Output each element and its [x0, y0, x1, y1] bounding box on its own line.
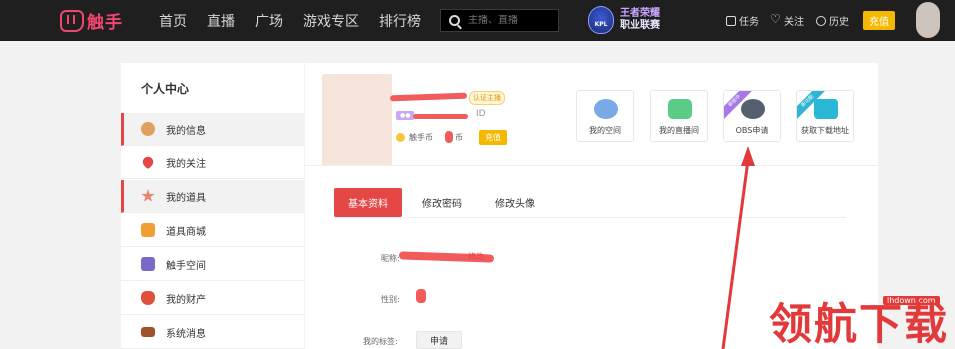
- anchor-badge: 认证主播: [469, 91, 505, 105]
- planet-icon: [594, 99, 618, 119]
- history-link[interactable]: 历史: [816, 13, 849, 28]
- site-logo[interactable]: 触手: [60, 8, 123, 33]
- sidebar-item-my-info[interactable]: 我的信息: [121, 113, 304, 146]
- tab-divider: [334, 217, 846, 218]
- quick-link-obs-apply[interactable]: 审核中 OBS申请: [723, 90, 781, 142]
- search-icon[interactable]: [449, 15, 460, 26]
- edit-nickname-link[interactable]: 修改: [468, 251, 484, 262]
- task-icon: [726, 15, 736, 26]
- search-box[interactable]: [440, 9, 559, 32]
- logo-icon: [60, 9, 84, 32]
- logo-text: 触手: [87, 13, 123, 33]
- watermark-text: 领航下载: [769, 300, 949, 349]
- user-avatar[interactable]: [916, 2, 940, 38]
- gender-redacted: [416, 289, 426, 303]
- nav-live[interactable]: 直播: [207, 11, 235, 31]
- nav-home[interactable]: 首页: [159, 11, 187, 31]
- sidebar-item-assets[interactable]: 我的财产: [121, 282, 304, 315]
- quick-link-download[interactable]: 新功能 获取下载地址: [796, 90, 854, 142]
- user-icon: [141, 122, 155, 136]
- tab-change-password[interactable]: 修改密码: [422, 195, 462, 210]
- search-input[interactable]: [468, 15, 558, 26]
- profile-avatar[interactable]: [322, 74, 392, 166]
- level-badge: ●●: [396, 111, 415, 120]
- profile-tabs: 基本资料 修改密码 修改头像: [334, 188, 568, 217]
- heart-icon: [140, 154, 156, 170]
- nav-square[interactable]: 广场: [255, 11, 283, 31]
- sidebar-item-my-follow[interactable]: 我的关注: [121, 146, 304, 179]
- coin-unit: 币: [455, 133, 463, 142]
- sidebar-item-my-props[interactable]: 我的道具: [121, 180, 304, 213]
- coin-icon: [396, 133, 405, 142]
- mail-icon: [141, 327, 155, 337]
- sidebar-item-prop-mall[interactable]: 道具商城: [121, 214, 304, 247]
- id-label: ID: [476, 109, 486, 119]
- nav-ranking[interactable]: 排行榜: [379, 11, 421, 31]
- username-redacted: [389, 92, 468, 102]
- sidebar-item-space[interactable]: 触手空间: [121, 248, 304, 281]
- nav-game-zone[interactable]: 游戏专区: [303, 11, 359, 31]
- quick-link-my-live-room[interactable]: 我的直播间: [650, 90, 708, 142]
- task-link[interactable]: 任务: [726, 13, 759, 28]
- tab-basic-info[interactable]: 基本资料: [334, 188, 402, 217]
- space-icon: [141, 257, 155, 271]
- kpl-banner[interactable]: KPL 王者荣耀 职业联赛: [588, 6, 660, 34]
- coin-label: 触手币: [409, 133, 433, 142]
- heart-icon: [770, 12, 781, 26]
- divider: [305, 165, 878, 166]
- gender-label: 性别:: [381, 295, 400, 304]
- camera-icon: [668, 99, 692, 119]
- coin-amount-redacted: [445, 131, 453, 143]
- follow-link[interactable]: 关注: [770, 12, 804, 29]
- gift-icon: [141, 223, 155, 237]
- quick-link-my-space[interactable]: 我的空间: [576, 90, 634, 142]
- kpl-logo-icon: KPL: [588, 6, 614, 34]
- obs-icon: [741, 99, 765, 119]
- sidebar: 个人中心 我的信息 我的关注 我的道具 道具商城 触手空间 我的财产 系统消息: [121, 63, 304, 349]
- tv-icon: [814, 99, 838, 119]
- tab-change-avatar[interactable]: 修改头像: [495, 195, 535, 210]
- tag-label: 我的标签:: [363, 337, 398, 346]
- main-nav: 首页 直播 广场 游戏专区 排行榜: [159, 0, 441, 41]
- profile-recharge-button[interactable]: 充值: [479, 130, 507, 145]
- star-icon: [141, 189, 155, 202]
- kpl-title: 王者荣耀 职业联赛: [620, 8, 660, 31]
- sidebar-item-messages[interactable]: 系统消息: [121, 316, 304, 349]
- user-nav: 任务 关注 历史 充值: [726, 0, 895, 41]
- sidebar-title: 个人中心: [141, 82, 190, 96]
- recharge-button[interactable]: 充值: [863, 11, 895, 30]
- top-navigation-bar: 触手 首页 直播 广场 游戏专区 排行榜 KPL 王者荣耀 职业联赛 任务 关注…: [0, 0, 955, 41]
- nickname-label: 昵称:: [381, 254, 400, 263]
- user-id-redacted: [413, 114, 468, 119]
- clock-icon: [816, 15, 826, 26]
- apply-tag-button[interactable]: 申请: [416, 331, 462, 349]
- money-bag-icon: [141, 291, 155, 305]
